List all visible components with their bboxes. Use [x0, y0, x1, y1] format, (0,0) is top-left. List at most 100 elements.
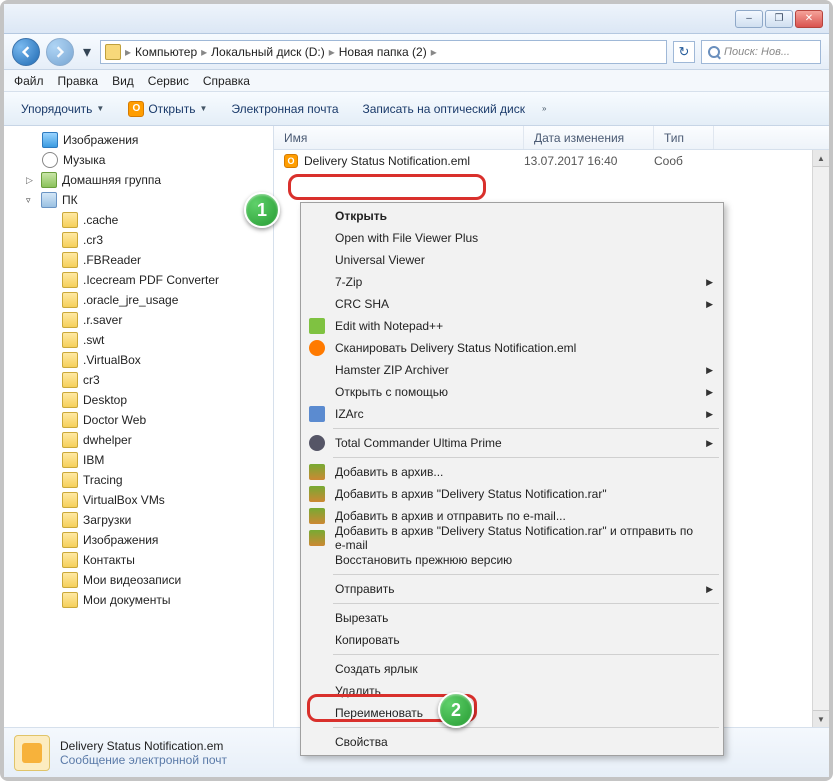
folder-icon	[62, 592, 78, 608]
ctx-properties[interactable]: Свойства	[303, 731, 721, 753]
burn-button[interactable]: Записать на оптический диск	[356, 98, 533, 120]
search-input[interactable]: Поиск: Нов...	[701, 40, 821, 64]
tree-folder[interactable]: IBM	[4, 450, 273, 470]
folder-icon	[62, 352, 78, 368]
back-button[interactable]	[12, 38, 40, 66]
tree-folder[interactable]: .r.saver	[4, 310, 273, 330]
ctx-copy[interactable]: Копировать	[303, 629, 721, 651]
email-button[interactable]: Электронная почта	[224, 98, 345, 120]
ctx-cut[interactable]: Вырезать	[303, 607, 721, 629]
menu-help[interactable]: Справка	[203, 74, 250, 88]
ctx-delete[interactable]: Удалить	[303, 680, 721, 702]
column-date[interactable]: Дата изменения	[524, 126, 654, 149]
ctx-7zip[interactable]: 7-Zip▶	[303, 271, 721, 293]
ctx-hamster[interactable]: Hamster ZIP Archiver▶	[303, 359, 721, 381]
separator	[333, 457, 719, 458]
scrollbar-vertical[interactable]: ▲ ▼	[812, 150, 829, 727]
overflow-icon[interactable]: »	[542, 104, 546, 113]
submenu-arrow-icon: ▶	[706, 299, 713, 310]
ctx-add-rar[interactable]: Добавить в архив "Delivery Status Notifi…	[303, 483, 721, 505]
tree-folder[interactable]: Мои видеозаписи	[4, 570, 273, 590]
nav-history-dropdown[interactable]: ▾	[80, 38, 94, 66]
ctx-add-rar-email[interactable]: Добавить в архив "Delivery Status Notifi…	[303, 527, 721, 549]
tree-folder[interactable]: Мои документы	[4, 590, 273, 610]
tree-folder[interactable]: .swt	[4, 330, 273, 350]
tree-folder[interactable]: .FBReader	[4, 250, 273, 270]
tree-folder[interactable]: VirtualBox VMs	[4, 490, 273, 510]
folder-icon	[62, 372, 78, 388]
folder-icon	[62, 312, 78, 328]
column-name[interactable]: Имя	[274, 126, 524, 149]
homegroup-icon	[41, 172, 57, 188]
navigation-pane[interactable]: Изображения Музыка ▷Домашняя группа ▿ПК …	[4, 126, 274, 727]
winrar-icon	[309, 486, 325, 502]
ctx-crc-sha[interactable]: CRC SHA▶	[303, 293, 721, 315]
totalcmd-icon	[309, 435, 325, 451]
menu-tools[interactable]: Сервис	[148, 74, 189, 88]
annotation-badge-1: 1	[244, 192, 280, 228]
ctx-add-archive[interactable]: Добавить в архив...	[303, 461, 721, 483]
file-row-selected[interactable]: ODelivery Status Notification.eml 13.07.…	[274, 150, 829, 172]
folder-icon	[62, 412, 78, 428]
folder-icon	[62, 532, 78, 548]
folder-icon	[62, 292, 78, 308]
tree-folder[interactable]: .cr3	[4, 230, 273, 250]
open-button[interactable]: OОткрыть▼	[121, 97, 214, 121]
folder-icon	[62, 472, 78, 488]
tree-music[interactable]: Музыка	[4, 150, 273, 170]
breadcrumb-folder[interactable]: Новая папка (2)	[339, 45, 427, 59]
tree-folder[interactable]: Doctor Web	[4, 410, 273, 430]
scroll-down-icon[interactable]: ▼	[813, 710, 829, 727]
ctx-universal-viewer[interactable]: Universal Viewer	[303, 249, 721, 271]
tree-folder[interactable]: cr3	[4, 370, 273, 390]
status-filename: Delivery Status Notification.em	[60, 739, 227, 753]
tree-folder[interactable]: .Icecream PDF Converter	[4, 270, 273, 290]
images-icon	[42, 132, 58, 148]
organize-button[interactable]: Упорядочить▼	[14, 98, 111, 120]
minimize-button[interactable]: –	[735, 10, 763, 28]
ctx-send-to[interactable]: Отправить▶	[303, 578, 721, 600]
folder-icon	[62, 452, 78, 468]
close-button[interactable]: ✕	[795, 10, 823, 28]
tree-folder[interactable]: Tracing	[4, 470, 273, 490]
expand-icon[interactable]: ▷	[26, 175, 36, 186]
submenu-arrow-icon: ▶	[706, 387, 713, 398]
tree-folder[interactable]: .oracle_jre_usage	[4, 290, 273, 310]
ctx-create-shortcut[interactable]: Создать ярлык	[303, 658, 721, 680]
ctx-izarc[interactable]: IZArc▶	[303, 403, 721, 425]
ctx-open-with[interactable]: Открыть с помощью▶	[303, 381, 721, 403]
ctx-rename[interactable]: Переименовать	[303, 702, 721, 724]
ctx-open[interactable]: Открыть	[303, 205, 721, 227]
menu-view[interactable]: Вид	[112, 74, 134, 88]
tree-folder[interactable]: Загрузки	[4, 510, 273, 530]
refresh-button[interactable]: ↻	[673, 41, 695, 63]
address-bar[interactable]: ▸ Компьютер ▸ Локальный диск (D:) ▸ Нова…	[100, 40, 667, 64]
scroll-up-icon[interactable]: ▲	[813, 150, 829, 167]
tree-folder[interactable]: Desktop	[4, 390, 273, 410]
submenu-arrow-icon: ▶	[706, 365, 713, 376]
folder-icon	[62, 272, 78, 288]
column-type[interactable]: Тип	[654, 126, 714, 149]
menu-file[interactable]: Файл	[14, 74, 44, 88]
maximize-button[interactable]: ❐	[765, 10, 793, 28]
ctx-total-commander[interactable]: Total Commander Ultima Prime▶	[303, 432, 721, 454]
ctx-open-fileviewer[interactable]: Open with File Viewer Plus	[303, 227, 721, 249]
forward-button[interactable]	[46, 38, 74, 66]
ctx-notepadpp[interactable]: Edit with Notepad++	[303, 315, 721, 337]
ctx-scan[interactable]: Сканировать Delivery Status Notification…	[303, 337, 721, 359]
chevron-right-icon: ▸	[201, 45, 207, 59]
tree-pc[interactable]: ▿ПК	[4, 190, 273, 210]
tree-folder[interactable]: .VirtualBox	[4, 350, 273, 370]
tree-homegroup[interactable]: ▷Домашняя группа	[4, 170, 273, 190]
breadcrumb-computer[interactable]: Компьютер	[135, 45, 197, 59]
tree-folder[interactable]: Контакты	[4, 550, 273, 570]
breadcrumb-disk[interactable]: Локальный диск (D:)	[211, 45, 325, 59]
folder-icon	[62, 552, 78, 568]
menu-edit[interactable]: Правка	[58, 74, 99, 88]
ctx-restore-version[interactable]: Восстановить прежнюю версию	[303, 549, 721, 571]
tree-images[interactable]: Изображения	[4, 130, 273, 150]
tree-folder[interactable]: .cache	[4, 210, 273, 230]
collapse-icon[interactable]: ▿	[26, 195, 36, 206]
tree-folder[interactable]: dwhelper	[4, 430, 273, 450]
tree-folder[interactable]: Изображения	[4, 530, 273, 550]
